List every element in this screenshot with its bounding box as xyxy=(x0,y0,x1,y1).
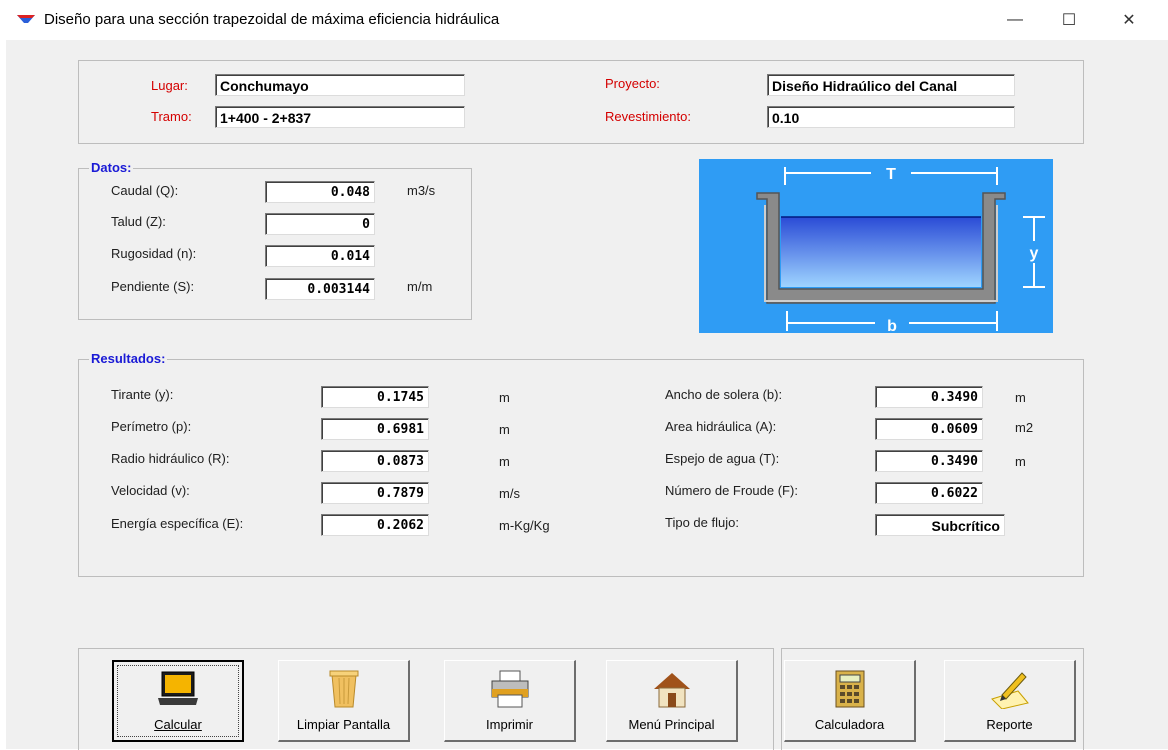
imprimir-button[interactable]: Imprimir xyxy=(444,660,576,742)
rugosidad-field[interactable]: 0.014 xyxy=(265,245,375,267)
espejo-unit: m xyxy=(1015,454,1026,469)
area-label: Area hidráulica (A): xyxy=(665,419,777,434)
caudal-label: Caudal (Q): xyxy=(111,183,179,198)
lugar-label: Lugar: xyxy=(151,78,188,93)
ancho-label: Ancho de solera (b): xyxy=(665,387,783,402)
energia-field[interactable]: 0.2062 xyxy=(321,514,429,536)
froude-label: Número de Froude (F): xyxy=(665,483,798,498)
calculadora-button[interactable]: Calculadora xyxy=(784,660,916,742)
caudal-unit: m3/s xyxy=(407,183,436,198)
tramo-field[interactable]: 1+400 - 2+837 xyxy=(215,106,465,128)
ancho-unit: m xyxy=(1015,390,1026,405)
caudal-field[interactable]: 0.048 xyxy=(265,181,375,203)
energia-unit: m-Kg/Kg xyxy=(499,518,550,533)
ancho-field[interactable]: 0.3490 xyxy=(875,386,983,408)
house-icon xyxy=(650,669,694,714)
datos-group: Datos: Caudal (Q): 0.048 m3/s Talud (Z):… xyxy=(78,160,472,320)
maximize-button[interactable]: ☐ xyxy=(1046,0,1092,40)
talud-label: Talud (Z): xyxy=(111,214,166,229)
imprimir-label: Imprimir xyxy=(486,717,533,732)
radio-label: Radio hidráulico (R): xyxy=(111,451,230,466)
rugosidad-label: Rugosidad (n): xyxy=(111,246,197,261)
tirante-field[interactable]: 0.1745 xyxy=(321,386,429,408)
diagram-label-b: b xyxy=(887,318,897,333)
calculadora-label: Calculadora xyxy=(814,717,885,732)
laptop-icon xyxy=(156,670,200,713)
datos-title: Datos: xyxy=(89,160,134,175)
pendiente-unit: m/m xyxy=(407,279,433,294)
proyecto-label: Proyecto: xyxy=(605,76,660,91)
perimetro-label: Perímetro (p): xyxy=(111,419,192,434)
printer-icon xyxy=(488,669,532,714)
calculator-icon xyxy=(834,669,866,714)
pencil-paper-icon xyxy=(988,669,1032,714)
header-group: Lugar: Conchumayo Tramo: 1+400 - 2+837 P… xyxy=(78,60,1084,144)
channel-diagram: T y b xyxy=(699,159,1053,335)
app-window: Diseño para una sección trapezoidal de m… xyxy=(6,0,1168,750)
radio-unit: m xyxy=(499,454,510,469)
velocidad-unit: m/s xyxy=(499,486,520,501)
area-unit: m2 xyxy=(1015,420,1034,435)
diagram-label-y: y xyxy=(1030,245,1039,262)
menu-principal-label: Menú Principal xyxy=(628,717,715,732)
calcular-button[interactable]: Calcular xyxy=(112,660,244,742)
espejo-field[interactable]: 0.3490 xyxy=(875,450,983,472)
app-icon[interactable] xyxy=(16,13,36,31)
resultados-title: Resultados: xyxy=(89,351,168,366)
limpiar-pantalla-button[interactable]: Limpiar Pantalla xyxy=(278,660,410,742)
tramo-label: Tramo: xyxy=(151,109,192,124)
reporte-button[interactable]: Reporte xyxy=(944,660,1076,742)
flujo-field[interactable]: Subcrítico xyxy=(875,514,1005,536)
trash-can-icon xyxy=(324,669,364,714)
lugar-field[interactable]: Conchumayo xyxy=(215,74,465,96)
resultados-group: Resultados: Tirante (y): 0.1745 m Períme… xyxy=(78,351,1084,577)
pendiente-label: Pendiente (S): xyxy=(111,279,195,294)
froude-field[interactable]: 0.6022 xyxy=(875,482,983,504)
area-field[interactable]: 0.0609 xyxy=(875,418,983,440)
revestimiento-field[interactable]: 0.10 xyxy=(767,106,1015,128)
velocidad-field[interactable]: 0.7879 xyxy=(321,482,429,504)
espejo-label: Espejo de agua (T): xyxy=(665,451,780,466)
title-bar: Diseño para una sección trapezoidal de m… xyxy=(6,0,1168,40)
diagram-label-T: T xyxy=(886,166,896,183)
perimetro-field[interactable]: 0.6981 xyxy=(321,418,429,440)
calcular-label: Calcular xyxy=(154,717,202,732)
energia-label: Energía específica (E): xyxy=(111,516,244,531)
window-title: Diseño para una sección trapezoidal de m… xyxy=(44,11,500,28)
radio-field[interactable]: 0.0873 xyxy=(321,450,429,472)
perimetro-unit: m xyxy=(499,422,510,437)
tirante-label: Tirante (y): xyxy=(111,387,174,402)
minimize-button[interactable]: — xyxy=(992,0,1038,40)
limpiar-label: Limpiar Pantalla xyxy=(296,717,391,732)
menu-principal-button[interactable]: Menú Principal xyxy=(606,660,738,742)
reporte-label: Reporte xyxy=(986,717,1033,732)
pendiente-field[interactable]: 0.003144 xyxy=(265,278,375,300)
proyecto-field[interactable]: Diseño Hidraúlico del Canal xyxy=(767,74,1015,96)
velocidad-label: Velocidad (v): xyxy=(111,483,190,498)
talud-field[interactable]: 0 xyxy=(265,213,375,235)
flujo-label: Tipo de flujo: xyxy=(665,515,739,530)
trapezoidal-channel-diagram: T y b xyxy=(699,159,1053,335)
close-button[interactable]: ✕ xyxy=(1106,0,1152,40)
revestimiento-label: Revestimiento: xyxy=(605,109,691,124)
tirante-unit: m xyxy=(499,390,510,405)
